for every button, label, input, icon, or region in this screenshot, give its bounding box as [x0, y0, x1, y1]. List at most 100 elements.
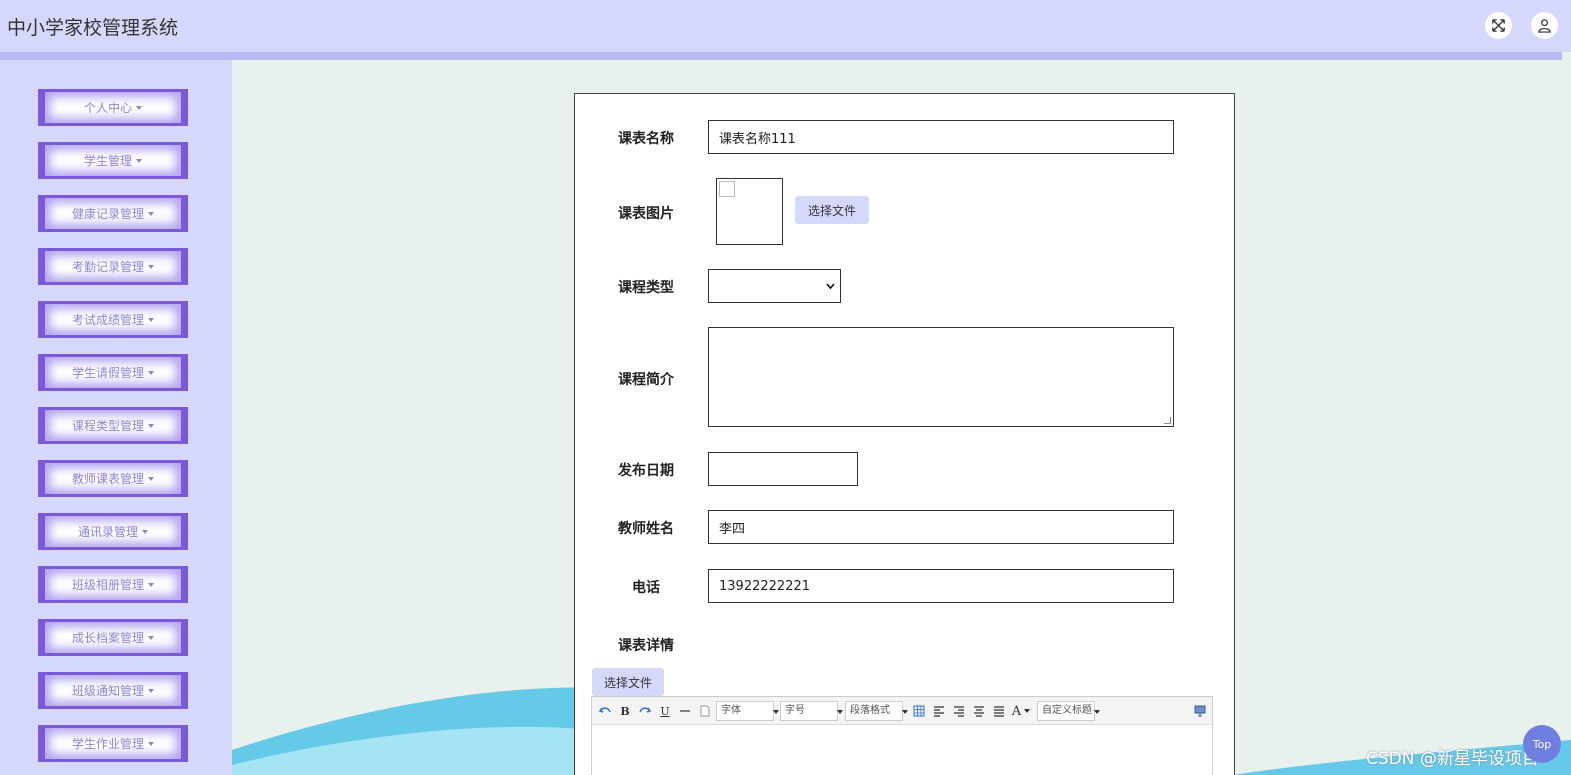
monitor-icon — [1194, 705, 1206, 717]
sidebar: 个人中心 学生管理 健康记录管理 考勤记录管理 考试成绩管理 学生请假管理 课程… — [0, 60, 232, 775]
align-center-button[interactable] — [971, 702, 987, 720]
preview-button[interactable] — [1192, 702, 1208, 720]
undo-icon — [599, 707, 611, 713]
align-left-button[interactable] — [931, 702, 947, 720]
sidebar-item-label: 课程类型管理 — [71, 419, 144, 433]
publish-date-input[interactable] — [708, 452, 858, 486]
sidebar-item-label: 班级通知管理 — [71, 684, 144, 698]
sidebar-item-class-notices[interactable]: 班级通知管理 — [38, 672, 188, 709]
bold-button[interactable]: B — [617, 702, 633, 720]
horizontal-rule-button[interactable] — [677, 702, 693, 720]
chevron-down-icon — [826, 283, 835, 290]
justify-button[interactable] — [991, 702, 1007, 720]
header-underline — [0, 52, 1562, 60]
paragraph-format-select[interactable]: 段落格式 — [845, 701, 908, 721]
caret-down-icon — [148, 476, 154, 481]
teacher-name-input[interactable] — [708, 510, 1174, 544]
sidebar-item-course-types[interactable]: 课程类型管理 — [38, 407, 188, 444]
course-name-input[interactable] — [708, 120, 1174, 154]
sidebar-item-exam-scores[interactable]: 考试成绩管理 — [38, 301, 188, 338]
font-family-select[interactable]: 字体 — [716, 701, 779, 721]
user-button[interactable] — [1531, 12, 1558, 39]
sidebar-item-label: 通讯录管理 — [77, 525, 138, 539]
caret-down-icon — [136, 158, 142, 163]
insert-table-button[interactable] — [911, 702, 927, 720]
undo-button[interactable] — [597, 702, 613, 720]
back-to-top-button[interactable]: Top — [1523, 725, 1561, 763]
course-type-label: 课程类型 — [618, 280, 674, 296]
course-type-select[interactable] — [708, 269, 841, 303]
sidebar-item-label: 教师课表管理 — [71, 472, 144, 486]
teacher-name-label: 教师姓名 — [618, 521, 674, 537]
schedule-form: 课表名称 课表图片 选择文件 课程类型 课程简介 发布日期 教师姓名 电话 课表… — [574, 93, 1235, 775]
custom-title-select[interactable]: 自定义标题 — [1037, 701, 1100, 721]
align-left-icon — [934, 706, 944, 717]
sidebar-item-label: 健康记录管理 — [71, 207, 144, 221]
app-title: 中小学家校管理系统 — [7, 17, 179, 39]
document-button[interactable] — [697, 702, 713, 720]
fullscreen-button[interactable] — [1485, 12, 1512, 39]
sidebar-item-students[interactable]: 学生管理 — [38, 142, 188, 179]
caret-down-icon — [142, 529, 148, 534]
details-label: 课表详情 — [618, 638, 674, 654]
align-right-icon — [954, 706, 964, 717]
font-color-label: A — [1011, 703, 1022, 719]
phone-label: 电话 — [632, 580, 660, 596]
document-icon — [700, 705, 710, 717]
sidebar-item-homework[interactable]: 学生作业管理 — [38, 725, 188, 762]
sidebar-item-class-album[interactable]: 班级相册管理 — [38, 566, 188, 603]
sidebar-item-leave-requests[interactable]: 学生请假管理 — [38, 354, 188, 391]
sidebar-item-label: 成长档案管理 — [71, 631, 144, 645]
watermark: CSDN @新星毕设项目 — [1366, 749, 1539, 769]
top-header: 中小学家校管理系统 — [0, 0, 1571, 52]
align-right-button[interactable] — [951, 702, 967, 720]
sidebar-item-attendance[interactable]: 考勤记录管理 — [38, 248, 188, 285]
sidebar-item-growth-archive[interactable]: 成长档案管理 — [38, 619, 188, 656]
sidebar-item-teacher-schedule[interactable]: 教师课表管理 — [38, 460, 188, 497]
sidebar-item-label: 学生管理 — [83, 154, 132, 168]
course-intro-label: 课程简介 — [618, 372, 674, 388]
caret-down-icon — [136, 105, 142, 110]
sidebar-item-label: 考试成绩管理 — [71, 313, 144, 327]
caret-down-icon — [1024, 709, 1031, 713]
caret-down-icon — [148, 688, 154, 693]
course-image-preview — [716, 178, 783, 245]
user-icon — [1538, 19, 1551, 33]
sidebar-item-personal-center[interactable]: 个人中心 — [38, 89, 188, 126]
course-name-label: 课表名称 — [618, 131, 674, 147]
publish-date-label: 发布日期 — [618, 463, 674, 479]
sidebar-item-label: 个人中心 — [83, 101, 132, 115]
underline-button[interactable]: U — [657, 702, 673, 720]
course-intro-textarea[interactable] — [708, 327, 1174, 427]
horizontal-rule-icon — [680, 710, 690, 712]
font-color-button[interactable]: A — [1011, 702, 1031, 720]
caret-down-icon — [148, 635, 154, 640]
sidebar-item-label: 学生请假管理 — [71, 366, 144, 380]
caret-down-icon — [148, 211, 154, 216]
sidebar-item-label: 学生作业管理 — [71, 737, 144, 751]
justify-icon — [994, 706, 1004, 717]
broken-image-icon — [719, 181, 735, 197]
redo-icon — [639, 707, 651, 713]
redo-button[interactable] — [637, 702, 653, 720]
resize-handle[interactable] — [1164, 417, 1171, 424]
choose-image-button[interactable]: 选择文件 — [795, 196, 869, 224]
rich-text-editor: B U 字体 字号 段落格式 A 自定义标题 — [591, 696, 1213, 775]
choose-detail-file-button[interactable]: 选择文件 — [592, 668, 664, 696]
expand-icon — [1492, 19, 1505, 32]
phone-input[interactable] — [708, 569, 1174, 603]
font-size-select[interactable]: 字号 — [780, 701, 843, 721]
course-image-label: 课表图片 — [618, 206, 674, 222]
sidebar-item-label: 班级相册管理 — [71, 578, 144, 592]
caret-down-icon — [148, 370, 154, 375]
table-icon — [913, 705, 925, 717]
sidebar-item-label: 考勤记录管理 — [71, 260, 144, 274]
caret-down-icon — [148, 741, 154, 746]
sidebar-item-health-records[interactable]: 健康记录管理 — [38, 195, 188, 232]
caret-down-icon — [148, 317, 154, 322]
sidebar-item-contacts[interactable]: 通讯录管理 — [38, 513, 188, 550]
caret-down-icon — [148, 582, 154, 587]
editor-toolbar: B U 字体 字号 段落格式 A 自定义标题 — [592, 697, 1212, 725]
caret-down-icon — [148, 264, 154, 269]
caret-down-icon — [148, 423, 154, 428]
